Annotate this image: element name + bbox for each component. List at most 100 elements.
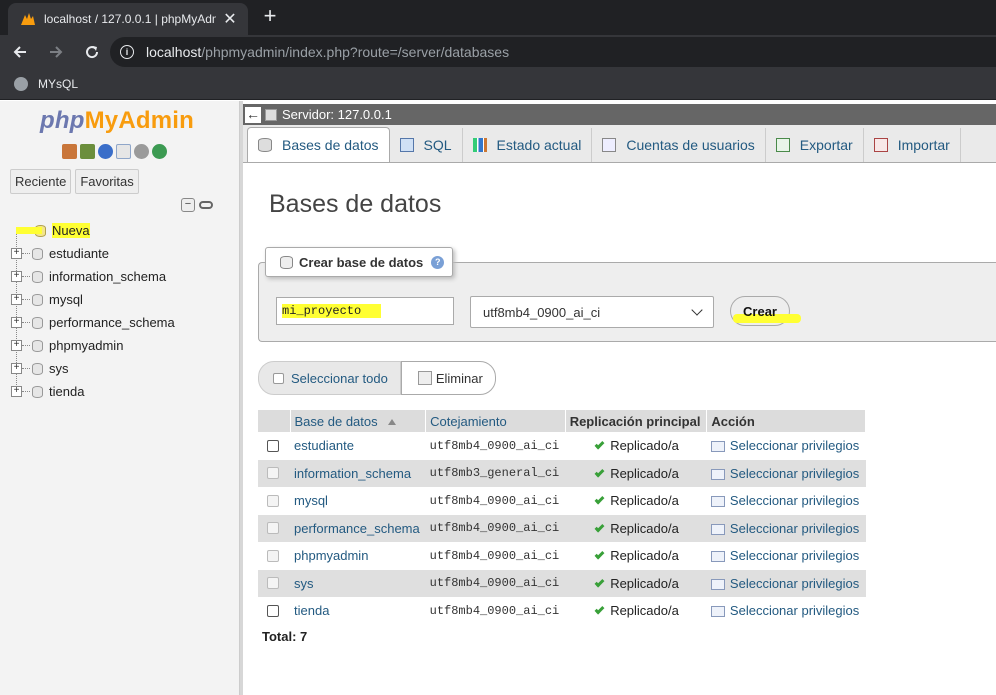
info-icon[interactable]: i [120, 45, 134, 59]
database-link[interactable]: performance_schema [290, 514, 426, 542]
server-label[interactable]: Servidor: 127.0.0.1 [282, 107, 392, 122]
replication-cell: Replicado/a [565, 432, 707, 460]
tree-item-mysql[interactable]: + mysql [8, 288, 238, 311]
tree-item-phpmyadmin[interactable]: + phpmyadmin [8, 334, 238, 357]
collapse-panel-icon[interactable]: ← [245, 106, 261, 123]
logout-icon[interactable] [80, 144, 95, 159]
tree-item-performance-schema[interactable]: + performance_schema [8, 311, 238, 334]
database-icon [32, 293, 43, 306]
privileges-link[interactable]: Seleccionar privilegios [707, 597, 866, 625]
address-bar[interactable]: i localhost /phpmyadmin/index.php?route=… [110, 37, 996, 67]
close-icon[interactable]: ✕ [222, 9, 238, 29]
replication-cell: Replicado/a [565, 459, 707, 487]
sort-asc-icon [387, 419, 396, 426]
select-all-checkbox[interactable] [273, 372, 284, 384]
tree-item-estudiante[interactable]: + estudiante [8, 242, 238, 265]
database-name-value: mi_proyecto [282, 304, 382, 318]
expand-icon[interactable]: + [11, 271, 22, 282]
delete-label: Eliminar [435, 370, 483, 386]
header-database[interactable]: Base de datos [290, 410, 427, 432]
expand-icon[interactable]: + [11, 340, 22, 351]
header-collation[interactable]: Cotejamiento [425, 410, 566, 432]
delete-button[interactable]: Eliminar [400, 361, 496, 395]
database-icon [32, 339, 43, 352]
new-tab-icon[interactable]: + [258, 4, 282, 28]
highlight-mark [16, 227, 42, 234]
expand-icon[interactable]: + [11, 386, 22, 397]
sql-icon [399, 138, 414, 152]
database-link[interactable]: sys [290, 569, 426, 597]
tab-status[interactable]: Estado actual [463, 128, 593, 162]
help-icon[interactable]: ? [431, 255, 445, 269]
create-button[interactable]: Crear [730, 296, 801, 326]
tab-sql[interactable]: SQL [390, 128, 463, 162]
row-checkbox[interactable] [267, 439, 279, 452]
databases-table: Base de datos Cotejamiento Replicación p… [258, 410, 866, 625]
database-name-input[interactable]: mi_proyecto [276, 297, 454, 325]
database-link[interactable]: estudiante [290, 432, 426, 460]
expand-icon[interactable]: + [11, 363, 22, 374]
phpmyadmin-logo[interactable]: phpMyAdmin [40, 107, 194, 135]
export-icon [775, 138, 790, 152]
collation-cell: utf8mb4_0900_ai_ci [425, 514, 566, 542]
select-all-button[interactable]: Seleccionar todo [258, 361, 401, 395]
tab-import[interactable]: Importar [864, 128, 961, 162]
new-database-icon [280, 255, 293, 269]
privileges-link[interactable]: Seleccionar privilegios [707, 487, 866, 515]
privileges-link[interactable]: Seleccionar privilegios [706, 459, 866, 487]
back-arrow-icon[interactable] [4, 36, 36, 68]
gear-icon[interactable] [134, 144, 149, 159]
collation-cell: utf8mb4_0900_ai_ci [429, 603, 560, 618]
recent-tab[interactable]: Reciente [10, 169, 72, 194]
create-database-legend: Crear base de datos ? [265, 247, 454, 277]
tree-item-information-schema[interactable]: + information_schema [8, 265, 238, 288]
header-checkbox-spacer [258, 410, 291, 432]
privileges-link[interactable]: Seleccionar privilegios [707, 542, 866, 570]
link-icon[interactable] [199, 201, 213, 209]
database-link[interactable]: tienda [290, 597, 426, 625]
table-header-row: Base de datos Cotejamiento Replicación p… [258, 410, 866, 432]
expand-icon[interactable]: + [11, 248, 22, 259]
check-icon [594, 549, 605, 560]
privileges-link[interactable]: Seleccionar privilegios [707, 432, 866, 460]
tab-databases[interactable]: Bases de datos [247, 127, 390, 162]
privileges-icon [710, 606, 725, 618]
reload-icon[interactable] [76, 36, 108, 68]
table-row: mysql utf8mb4_0900_ai_ci Replicado/a Sel… [258, 487, 866, 515]
bookmark-mysql[interactable]: MYsQL [38, 77, 78, 91]
tab-label: Exportar [799, 137, 853, 153]
row-checkbox[interactable] [267, 604, 279, 617]
tab-export[interactable]: Exportar [766, 128, 864, 162]
help-icon[interactable] [98, 144, 113, 159]
chevron-down-icon [691, 304, 703, 316]
server-breadcrumb: ← Servidor: 127.0.0.1 [243, 104, 996, 125]
expand-icon[interactable]: + [11, 317, 22, 328]
expand-icon[interactable]: + [11, 294, 22, 305]
check-icon [594, 522, 605, 533]
privileges-link[interactable]: Seleccionar privilegios [706, 514, 866, 542]
create-legend-label: Crear base de datos [299, 254, 424, 270]
tree-item-sys[interactable]: + sys [8, 357, 238, 380]
collation-select[interactable]: utf8mb4_0900_ai_ci [470, 296, 714, 328]
documentation-icon[interactable] [116, 144, 131, 159]
replication-cell: Replicado/a [565, 487, 707, 515]
privileges-link[interactable]: Seleccionar privilegios [706, 569, 866, 597]
header-action: Acción [706, 410, 866, 432]
collapse-all-icon[interactable]: − [181, 198, 195, 212]
database-link[interactable]: mysql [290, 487, 426, 515]
reload-nav-icon[interactable] [152, 144, 167, 159]
collation-cell: utf8mb4_0900_ai_ci [429, 548, 560, 563]
tab-user-accounts[interactable]: Cuentas de usuarios [592, 128, 766, 162]
favorites-tab[interactable]: Favoritas [75, 169, 139, 194]
privileges-icon [710, 578, 725, 590]
panel-resizer[interactable] [240, 101, 243, 695]
tree-item-new[interactable]: Nueva [8, 219, 238, 242]
tree-item-tienda[interactable]: + tienda [8, 380, 238, 403]
forward-arrow-icon[interactable] [40, 36, 72, 68]
database-link[interactable]: phpmyadmin [290, 542, 426, 570]
home-icon[interactable] [62, 144, 77, 159]
browser-tab[interactable]: localhost / 127.0.0.1 | phpMyAdmin ✕ [8, 3, 248, 35]
database-link[interactable]: information_schema [290, 459, 426, 487]
url-path: /phpmyadmin/index.php?route=/server/data… [201, 44, 510, 60]
privileges-icon [710, 468, 725, 480]
